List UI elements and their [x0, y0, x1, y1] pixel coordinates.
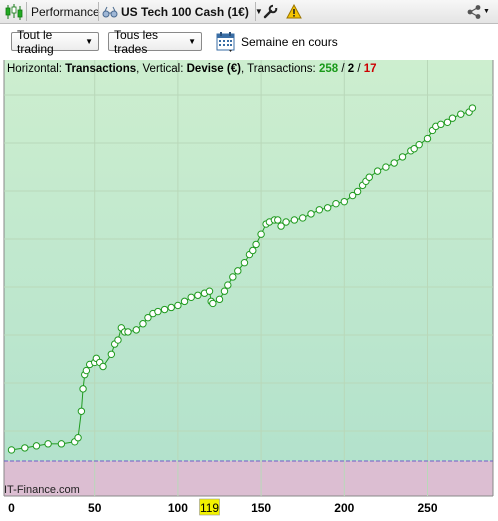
- chevron-down-icon: ▼: [85, 37, 93, 46]
- chevron-down-icon: ▼: [188, 37, 196, 46]
- trade-point[interactable]: [44, 440, 52, 448]
- trade-point[interactable]: [398, 153, 407, 161]
- warning-icon[interactable]: [286, 0, 302, 23]
- trade-point[interactable]: [74, 434, 82, 442]
- trade-point[interactable]: [249, 246, 257, 255]
- trade-point[interactable]: [174, 301, 182, 310]
- trading-filter-dropdown[interactable]: Tout le trading ▼: [11, 28, 99, 56]
- trade-point[interactable]: [21, 444, 29, 452]
- trade-point[interactable]: [415, 140, 423, 149]
- trades-filter-value: Tous les trades: [114, 27, 159, 56]
- trade-point[interactable]: [77, 407, 86, 415]
- trade-point[interactable]: [252, 240, 260, 249]
- trade-point[interactable]: [299, 214, 307, 222]
- trade-point[interactable]: [240, 259, 249, 267]
- trade-point[interactable]: [229, 273, 237, 281]
- x-tick-label: 150: [251, 501, 271, 515]
- trade-point[interactable]: [187, 293, 195, 302]
- trade-point[interactable]: [290, 216, 299, 224]
- trade-point[interactable]: [448, 114, 457, 122]
- performance-tab[interactable]: Performance: [31, 0, 100, 23]
- trade-point[interactable]: [205, 287, 214, 295]
- instrument-glasses-icon: [102, 0, 118, 23]
- cursor-position-label: 119: [200, 501, 219, 515]
- share-icon[interactable]: ▼: [466, 0, 490, 23]
- trade-point[interactable]: [154, 307, 162, 316]
- x-tick-label: 0: [8, 501, 15, 515]
- wrench-icon[interactable]: [262, 0, 278, 23]
- trade-point[interactable]: [180, 297, 189, 306]
- trade-point[interactable]: [457, 110, 465, 118]
- trade-point[interactable]: [257, 230, 265, 238]
- trade-point[interactable]: [468, 104, 477, 112]
- period-label: Semaine en cours: [241, 35, 338, 49]
- trade-point[interactable]: [107, 350, 116, 358]
- equity-curve-chart[interactable]: 0 50 100 150 200 250 119 Horizontal: Transacti…: [0, 60, 498, 518]
- instrument-label: US Tech 100 Cash (1€): [121, 4, 249, 19]
- trade-point[interactable]: [99, 362, 107, 371]
- x-tick-label: 200: [334, 501, 354, 515]
- trade-point[interactable]: [224, 281, 232, 289]
- trade-point[interactable]: [82, 366, 91, 375]
- trade-point[interactable]: [167, 303, 175, 312]
- trading-filter-value: Tout le trading: [17, 27, 54, 56]
- trade-point[interactable]: [332, 199, 340, 208]
- x-tick-label: 100: [168, 501, 188, 515]
- trade-point[interactable]: [124, 328, 132, 336]
- candlestick-chart-icon[interactable]: [4, 0, 24, 23]
- trade-point[interactable]: [234, 267, 242, 275]
- toolbar-separator: [98, 2, 99, 21]
- trade-point[interactable]: [353, 187, 362, 196]
- trade-point[interactable]: [323, 204, 332, 212]
- trade-point[interactable]: [282, 218, 290, 226]
- instrument-selector[interactable]: US Tech 100 Cash (1€) ▼: [121, 0, 263, 23]
- filter-bar: Tout le trading ▼ Tous les trades ▼ Sema…: [0, 25, 498, 59]
- trade-point[interactable]: [340, 197, 348, 206]
- trade-point[interactable]: [139, 320, 147, 328]
- top-toolbar: Performance US Tech 100 Cash (1€) ▼ ▼: [0, 0, 498, 24]
- trade-point[interactable]: [160, 305, 169, 314]
- trade-point[interactable]: [274, 216, 282, 224]
- toolbar-separator: [255, 2, 256, 21]
- trade-point[interactable]: [7, 446, 16, 454]
- chart-header: Horizontal: Transactions, Vertical: Devi…: [7, 63, 377, 75]
- trade-point[interactable]: [365, 173, 373, 181]
- trade-point[interactable]: [437, 120, 445, 129]
- trade-point[interactable]: [57, 440, 66, 448]
- trades-filter-dropdown[interactable]: Tous les trades ▼: [108, 28, 202, 56]
- trade-point[interactable]: [390, 159, 398, 167]
- trade-point[interactable]: [315, 206, 324, 214]
- calendar-icon[interactable]: [216, 31, 236, 56]
- trade-point[interactable]: [32, 442, 41, 450]
- performance-label: Performance: [31, 4, 100, 19]
- trade-point[interactable]: [132, 326, 141, 334]
- trade-point[interactable]: [215, 295, 224, 304]
- equity-chart[interactable]: 0 50 100 150 200 250 119 Horizontal: Transacti…: [0, 60, 498, 518]
- chevron-down-icon: ▼: [483, 8, 490, 15]
- trade-point[interactable]: [114, 336, 122, 344]
- toolbar-separator: [26, 2, 27, 21]
- trade-point[interactable]: [373, 167, 382, 175]
- profit-zone: [4, 60, 493, 461]
- x-tick-label: 50: [88, 501, 102, 515]
- trade-point[interactable]: [382, 163, 390, 171]
- trade-point[interactable]: [79, 385, 87, 393]
- watermark: IT-Finance.com: [4, 484, 80, 496]
- trade-point[interactable]: [209, 299, 217, 308]
- trade-point[interactable]: [423, 134, 432, 143]
- trade-point[interactable]: [307, 210, 315, 218]
- x-tick-label: 250: [417, 501, 437, 515]
- trade-point[interactable]: [220, 287, 229, 295]
- trade-point[interactable]: [194, 291, 202, 299]
